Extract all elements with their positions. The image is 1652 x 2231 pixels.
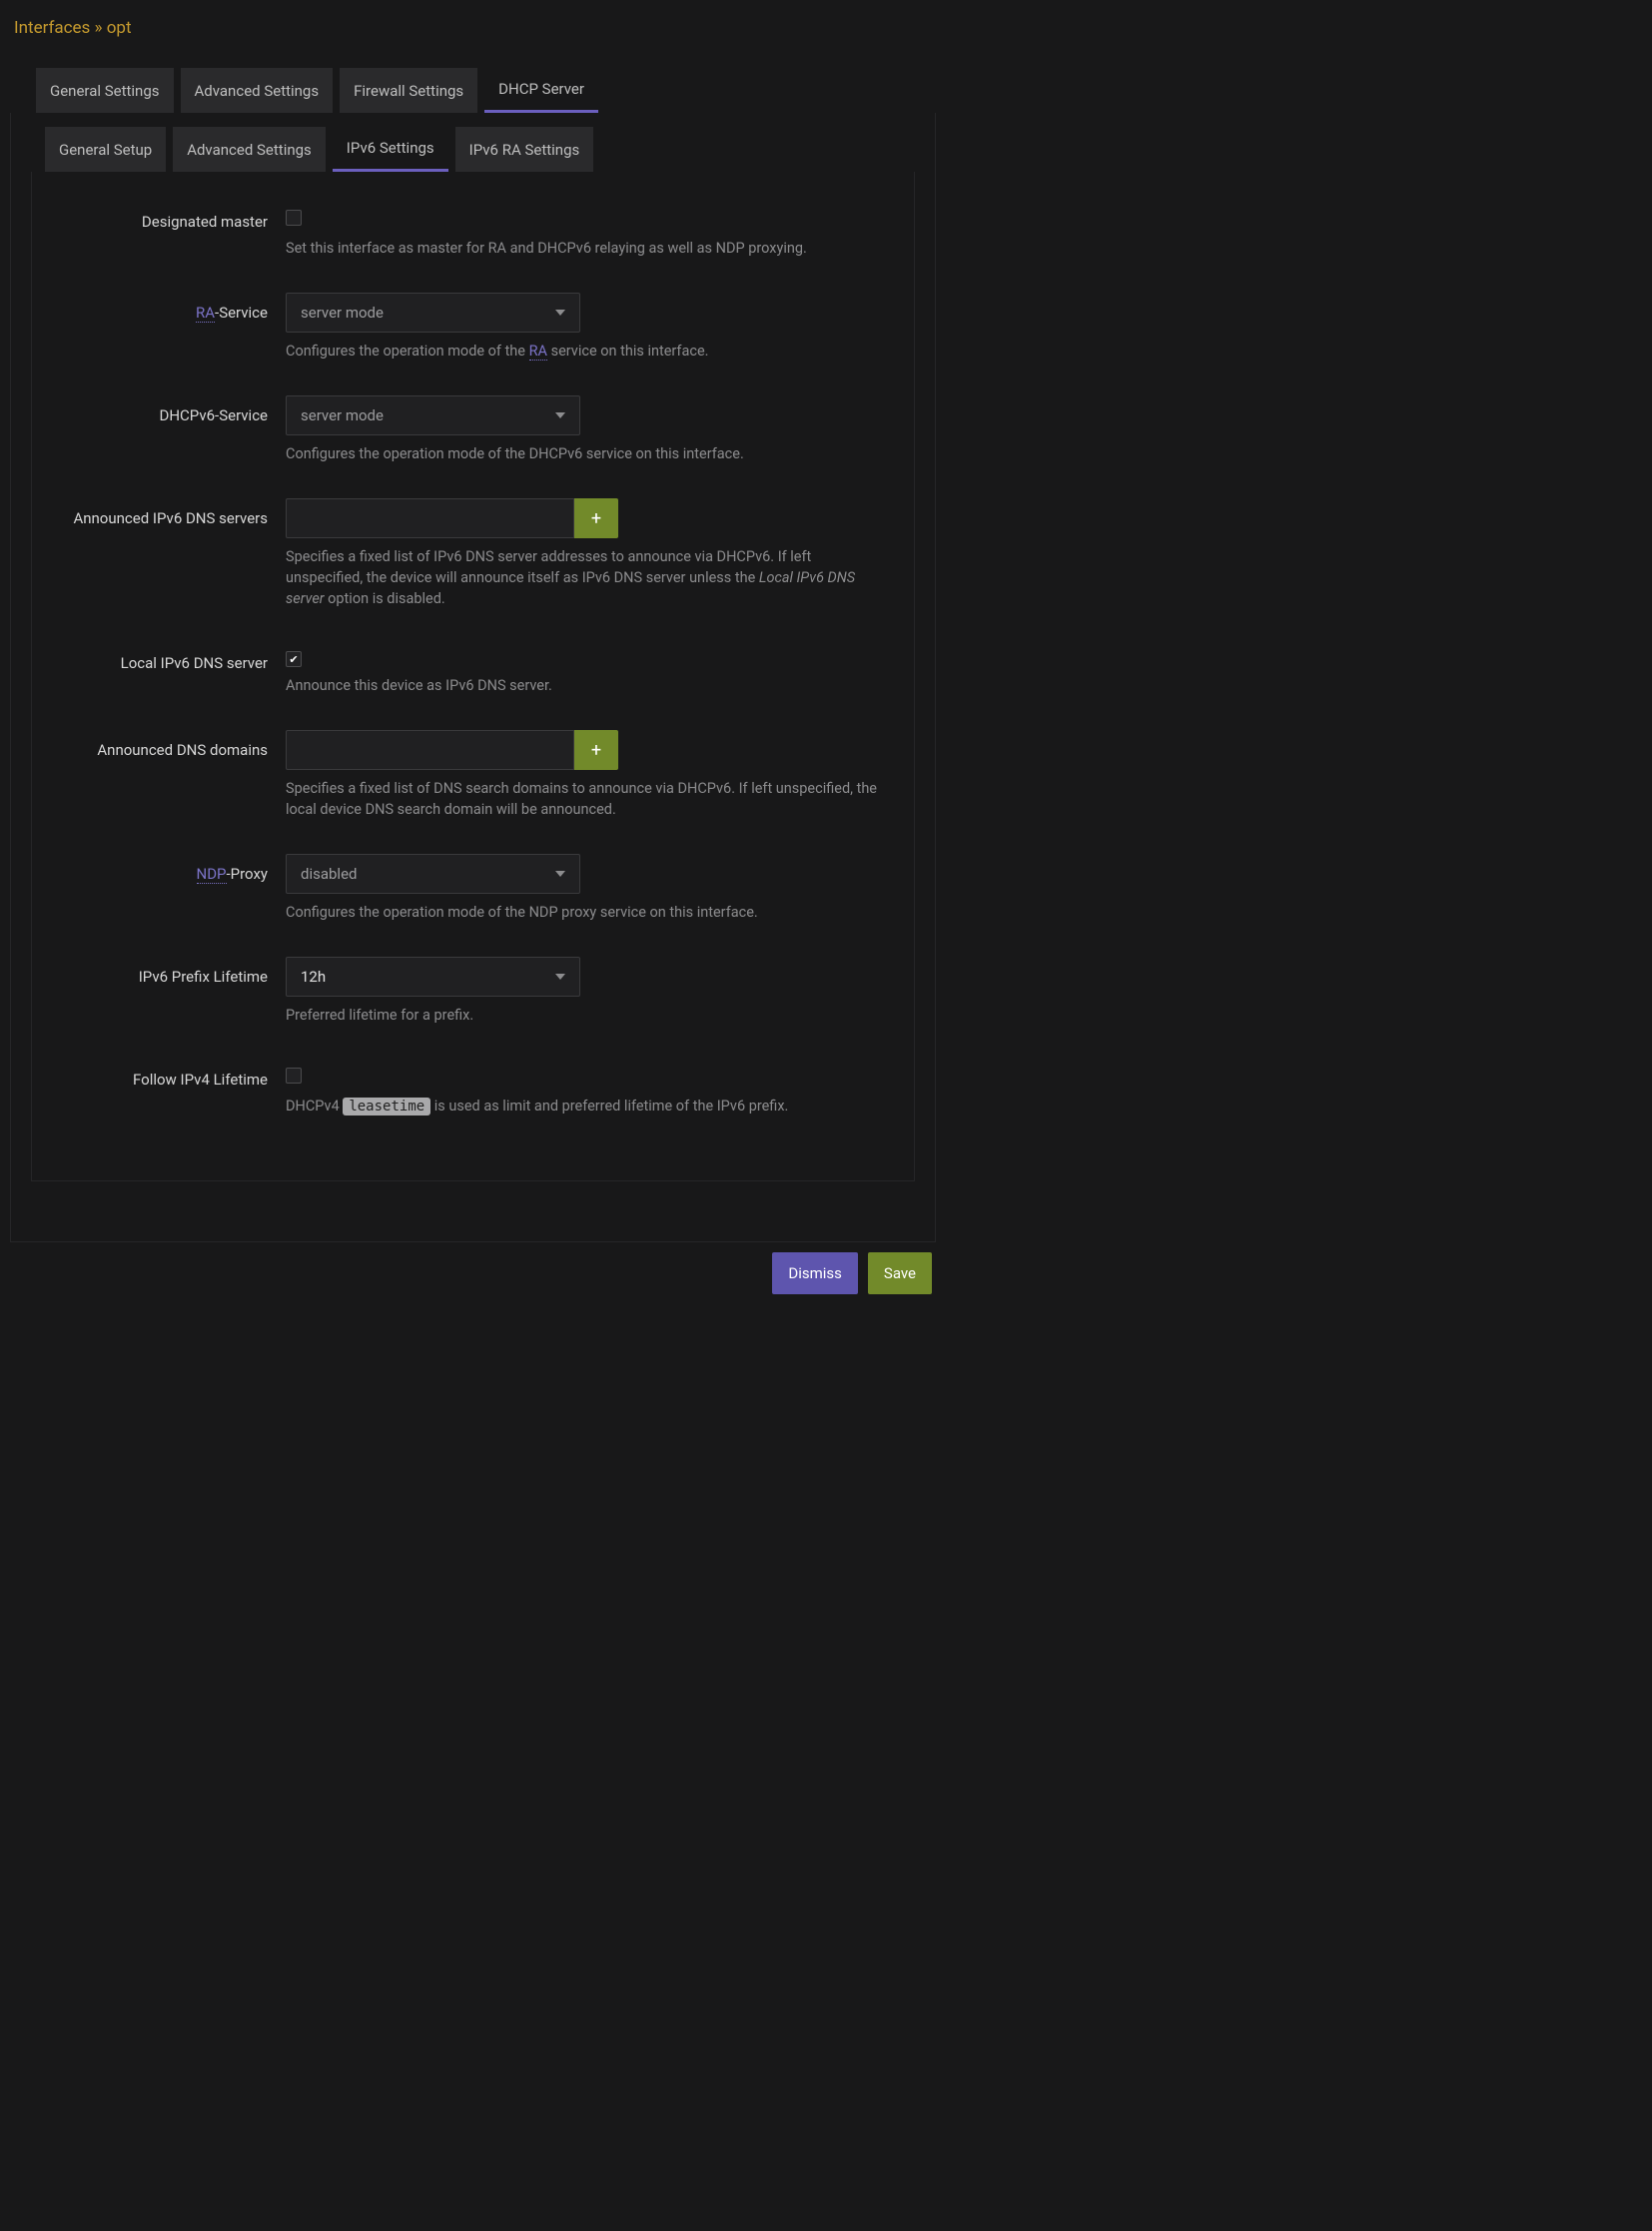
breadcrumb-name: opt <box>107 18 132 38</box>
input-announced-domains[interactable] <box>286 730 574 770</box>
sub-tabbar: General Setup Advanced Settings IPv6 Set… <box>25 127 921 172</box>
main-tabbar: General Settings Advanced Settings Firew… <box>0 68 946 113</box>
input-announced-dns[interactable] <box>286 498 574 538</box>
help-dhcpv6-service: Configures the operation mode of the DHC… <box>286 443 885 464</box>
label-local-dns: Local IPv6 DNS server <box>56 643 286 675</box>
combo-prefix-lifetime[interactable]: 12h <box>286 957 580 997</box>
help-announced-domains: Specifies a fixed list of DNS search dom… <box>286 778 885 820</box>
chevron-down-icon <box>555 974 565 980</box>
help-local-dns: Announce this device as IPv6 DNS server. <box>286 675 885 696</box>
label-ra-service: RA-Service <box>56 293 286 325</box>
help-ndp-proxy: Configures the operation mode of the NDP… <box>286 902 885 923</box>
tab-advanced-settings[interactable]: Advanced Settings <box>181 68 334 113</box>
label-prefix-lifetime: IPv6 Prefix Lifetime <box>56 957 286 989</box>
checkbox-designated-master[interactable] <box>286 210 302 226</box>
label-announced-domains: Announced DNS domains <box>56 730 286 762</box>
help-follow-ipv4: DHCPv4 leasetime is used as limit and pr… <box>286 1096 885 1116</box>
ipv6-settings-form: Designated master Set this interface as … <box>31 172 915 1181</box>
subtab-ipv6-settings[interactable]: IPv6 Settings <box>333 127 448 172</box>
label-announced-dns: Announced IPv6 DNS servers <box>56 498 286 530</box>
chevron-down-icon <box>555 412 565 418</box>
chevron-down-icon <box>555 871 565 877</box>
page-title: Interfaces » opt <box>0 0 946 68</box>
select-ndp-proxy-value: disabled <box>301 865 358 883</box>
combo-prefix-lifetime-value: 12h <box>301 968 326 986</box>
select-dhcpv6-service-value: server mode <box>301 406 384 424</box>
subtab-ipv6-ra-settings[interactable]: IPv6 RA Settings <box>455 127 594 172</box>
footer: Dismiss Save <box>0 1242 946 1294</box>
help-announced-dns: Specifies a fixed list of IPv6 DNS serve… <box>286 546 885 609</box>
subtab-general-setup[interactable]: General Setup <box>45 127 166 172</box>
chevron-down-icon <box>555 310 565 316</box>
dhcp-panel: General Setup Advanced Settings IPv6 Set… <box>10 113 936 1242</box>
subtab-advanced-settings[interactable]: Advanced Settings <box>173 127 326 172</box>
breadcrumb-section: Interfaces <box>14 18 90 38</box>
checkbox-follow-ipv4[interactable] <box>286 1068 302 1084</box>
dismiss-button[interactable]: Dismiss <box>772 1252 858 1294</box>
select-ndp-proxy[interactable]: disabled <box>286 854 580 894</box>
label-designated-master: Designated master <box>56 202 286 234</box>
add-dns-button[interactable]: + <box>574 498 618 538</box>
breadcrumb-sep: » <box>90 18 106 38</box>
tab-general-settings[interactable]: General Settings <box>36 68 174 113</box>
save-button[interactable]: Save <box>868 1252 932 1294</box>
tab-firewall-settings[interactable]: Firewall Settings <box>340 68 477 113</box>
label-ndp-proxy: NDP-Proxy <box>56 854 286 886</box>
label-follow-ipv4: Follow IPv4 Lifetime <box>56 1060 286 1092</box>
tab-dhcp-server[interactable]: DHCP Server <box>484 68 598 113</box>
add-domain-button[interactable]: + <box>574 730 618 770</box>
select-dhcpv6-service[interactable]: server mode <box>286 395 580 435</box>
help-ra-service: Configures the operation mode of the RA … <box>286 341 885 362</box>
select-ra-service-value: server mode <box>301 304 384 322</box>
select-ra-service[interactable]: server mode <box>286 293 580 333</box>
label-dhcpv6-service: DHCPv6-Service <box>56 395 286 427</box>
help-designated-master: Set this interface as master for RA and … <box>286 238 885 259</box>
checkbox-local-dns[interactable] <box>286 651 302 667</box>
help-prefix-lifetime: Preferred lifetime for a prefix. <box>286 1005 885 1026</box>
